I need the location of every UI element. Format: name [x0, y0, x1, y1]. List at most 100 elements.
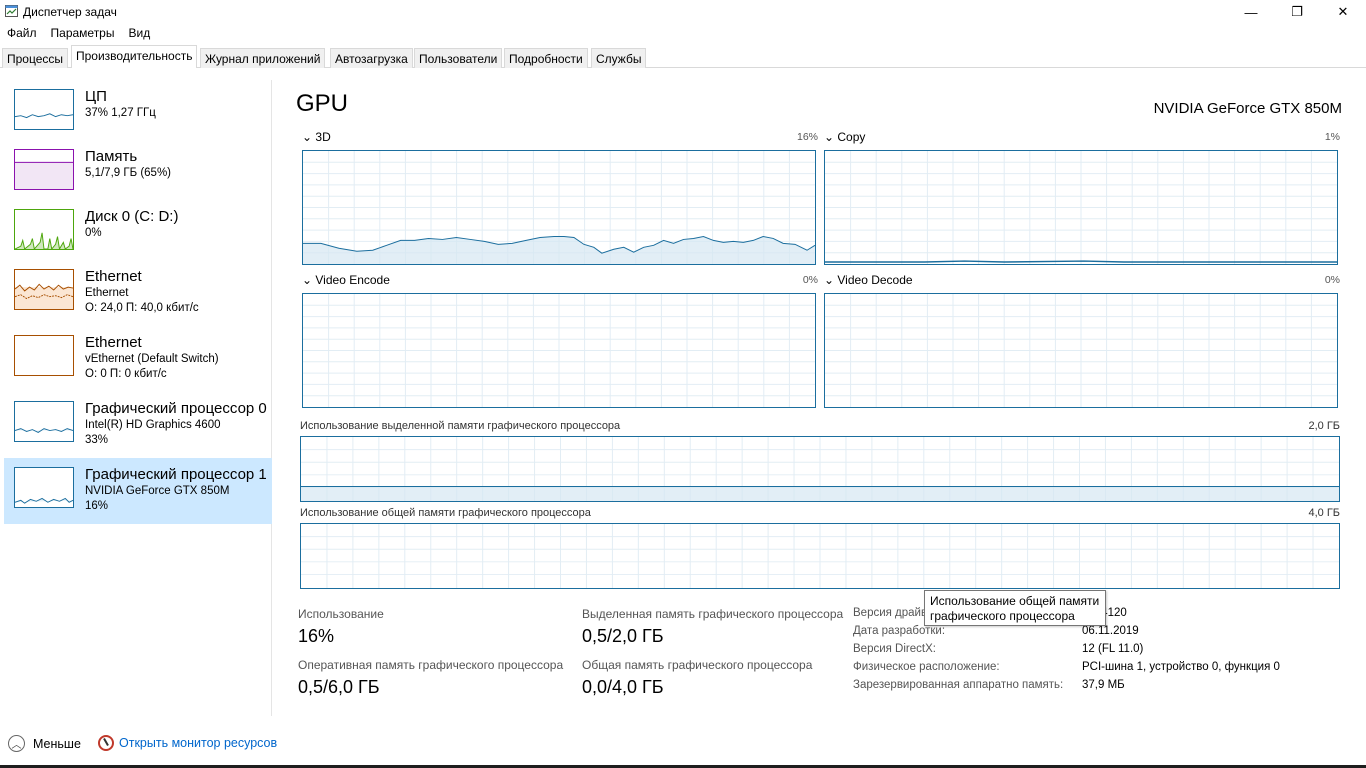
directx-version-label: Версия DirectX: — [853, 643, 936, 655]
tooltip: Использование общей памяти графического … — [924, 590, 1106, 626]
engine-label: Video Decode — [837, 273, 913, 287]
engine-label: Video Encode — [315, 273, 390, 287]
sidebar-item-detail: NVIDIA GeForce GTX 850M — [85, 485, 230, 497]
engine-copy-percent: 1% — [1324, 131, 1340, 143]
usage-label: Использование — [298, 607, 384, 621]
dedicated-memory-graph — [300, 436, 1340, 502]
sidebar-item-title: Диск 0 (C: D:) — [85, 208, 179, 225]
driver-date-value: 06.11.2019 — [1082, 625, 1139, 637]
driver-date-label: Дата разработки: — [853, 625, 946, 637]
tab-bar: Процессы Производительность Журнал прило… — [0, 45, 1366, 68]
engine-3d-percent: 16% — [796, 131, 818, 143]
menu-bar: Файл Параметры Вид — [0, 24, 157, 44]
chevron-down-icon: ⌄ — [302, 130, 316, 144]
sidebar-item-disk[interactable]: Диск 0 (C: D:) 0% — [4, 200, 272, 266]
sidebar-item-title: ЦП — [85, 88, 107, 105]
shared-memory-label: Использование общей памяти графического … — [300, 507, 591, 519]
engine-video-decode-selector[interactable]: ⌄ Video Decode — [824, 273, 913, 287]
fewer-details-button[interactable]: ︿ Меньше — [8, 735, 81, 752]
resource-monitor-label: Открыть монитор ресурсов — [119, 736, 278, 750]
close-icon: ✕ — [1337, 4, 1349, 19]
engine-label: 3D — [315, 130, 331, 144]
gpu-ram-value: 0,5/6,0 ГБ — [298, 677, 380, 697]
shared-memory-max: 4,0 ГБ — [1308, 507, 1340, 519]
engine-video-encode-graph — [302, 293, 816, 408]
sidebar-item-cpu[interactable]: ЦП 37% 1,27 ГГц — [4, 80, 272, 146]
usage-value: 16% — [298, 626, 335, 646]
shared-label: Общая память графического процессора — [582, 658, 813, 672]
tab-startup[interactable]: Автозагрузка — [330, 48, 413, 68]
sidebar-item-detail: 37% 1,27 ГГц — [85, 107, 156, 119]
reserved-memory-value: 37,9 МБ — [1082, 679, 1125, 691]
sidebar-item-detail: 0% — [85, 227, 102, 239]
sidebar-item-vethernet[interactable]: Ethernet vEthernet (Default Switch) О: 0… — [4, 326, 272, 392]
tab-performance[interactable]: Производительность — [71, 45, 198, 68]
sidebar-item-gpu0[interactable]: Графический процессор 0 Intel(R) HD Grap… — [4, 392, 272, 458]
tab-services[interactable]: Службы — [591, 48, 647, 68]
memory-thumbnail-graph — [14, 149, 74, 190]
sidebar-item-detail: Intel(R) HD Graphics 4600 — [85, 419, 221, 431]
engine-label: Copy — [837, 130, 866, 144]
sidebar-item-title: Графический процессор 1 — [85, 466, 267, 483]
engine-copy-graph — [824, 150, 1338, 265]
gpu-detail-panel: GPU NVIDIA GeForce GTX 850M ⌄ 3D 16% ⌄ C… — [290, 80, 1350, 716]
sidebar-item-detail: vEthernet (Default Switch) — [85, 353, 219, 365]
gpu1-thumbnail-graph — [14, 467, 74, 508]
shared-memory-graph — [300, 523, 1340, 589]
task-manager-app-icon — [5, 5, 18, 17]
engine-video-decode-graph — [824, 293, 1338, 408]
menu-options[interactable]: Параметры — [44, 24, 122, 44]
tooltip-line: графического процессора — [930, 609, 1075, 623]
menu-view[interactable]: Вид — [121, 24, 157, 44]
sidebar-item-title: Память — [85, 148, 138, 165]
sidebar-item-detail: Ethernet — [85, 287, 129, 299]
title-bar: Диспетчер задач — ❐ ✕ — [0, 0, 1366, 24]
tab-users[interactable]: Пользователи — [414, 48, 503, 68]
tab-app-history[interactable]: Журнал приложений — [200, 48, 326, 68]
minimize-button[interactable]: — — [1228, 0, 1274, 24]
sidebar-item-gpu1[interactable]: Графический процессор 1 NVIDIA GeForce G… — [4, 458, 272, 524]
gpu0-thumbnail-graph — [14, 401, 74, 442]
physical-location-label: Физическое расположение: — [853, 661, 1000, 673]
menu-file[interactable]: Файл — [0, 24, 44, 44]
sidebar-item-title: Ethernet — [85, 268, 142, 285]
gpu-model-name: NVIDIA GeForce GTX 850M — [1153, 100, 1342, 117]
engine-video-encode-percent: 0% — [802, 274, 818, 286]
sidebar-item-title: Графический процессор 0 — [85, 400, 267, 417]
fewer-details-label: Меньше — [33, 736, 81, 751]
resource-sidebar: ЦП 37% 1,27 ГГц Память 5,1/7,9 ГБ (65%) … — [0, 80, 272, 716]
tooltip-line: Использование общей памяти — [930, 594, 1100, 608]
engine-3d-selector[interactable]: ⌄ 3D — [302, 130, 331, 144]
tab-processes[interactable]: Процессы — [2, 48, 69, 68]
engine-video-encode-selector[interactable]: ⌄ Video Encode — [302, 273, 390, 287]
close-button[interactable]: ✕ — [1320, 0, 1366, 24]
sidebar-item-title: Ethernet — [85, 334, 142, 351]
open-resource-monitor-link[interactable]: Открыть монитор ресурсов — [98, 735, 277, 751]
dedicated-memory-max: 2,0 ГБ — [1308, 420, 1340, 432]
sidebar-item-memory[interactable]: Память 5,1/7,9 ГБ (65%) — [4, 140, 272, 206]
sidebar-item-detail: 5,1/7,9 ГБ (65%) — [85, 167, 172, 179]
vethernet-thumbnail-graph — [14, 335, 74, 376]
chevron-down-icon: ⌄ — [302, 273, 316, 287]
resource-monitor-icon — [98, 735, 114, 751]
gpu-ram-label: Оперативная память графического процессо… — [298, 658, 564, 672]
tab-details[interactable]: Подробности — [504, 48, 588, 68]
chevron-up-icon: ︿ — [8, 735, 25, 752]
sidebar-item-ethernet[interactable]: Ethernet Ethernet О: 24,0 П: 40,0 кбит/с — [4, 260, 272, 326]
engine-3d-graph — [302, 150, 816, 265]
shared-value: 0,0/4,0 ГБ — [582, 677, 664, 697]
sidebar-item-usage: 16% — [85, 500, 109, 512]
cpu-thumbnail-graph — [14, 89, 74, 130]
chevron-down-icon: ⌄ — [824, 273, 838, 287]
minimize-icon: — — [1244, 4, 1258, 20]
chevron-down-icon: ⌄ — [824, 130, 838, 144]
directx-version-value: 12 (FL 11.0) — [1082, 643, 1144, 655]
sidebar-item-usage: 33% — [85, 434, 109, 446]
disk-thumbnail-graph — [14, 209, 74, 250]
engine-copy-selector[interactable]: ⌄ Copy — [824, 130, 865, 144]
maximize-button[interactable]: ❐ — [1274, 0, 1320, 24]
ethernet-thumbnail-graph — [14, 269, 74, 310]
sidebar-item-throughput: О: 0 П: 0 кбит/с — [85, 368, 167, 380]
footer: ︿ Меньше Открыть монитор ресурсов — [0, 716, 1366, 768]
dedicated-label: Выделенная память графического процессор… — [582, 607, 844, 621]
